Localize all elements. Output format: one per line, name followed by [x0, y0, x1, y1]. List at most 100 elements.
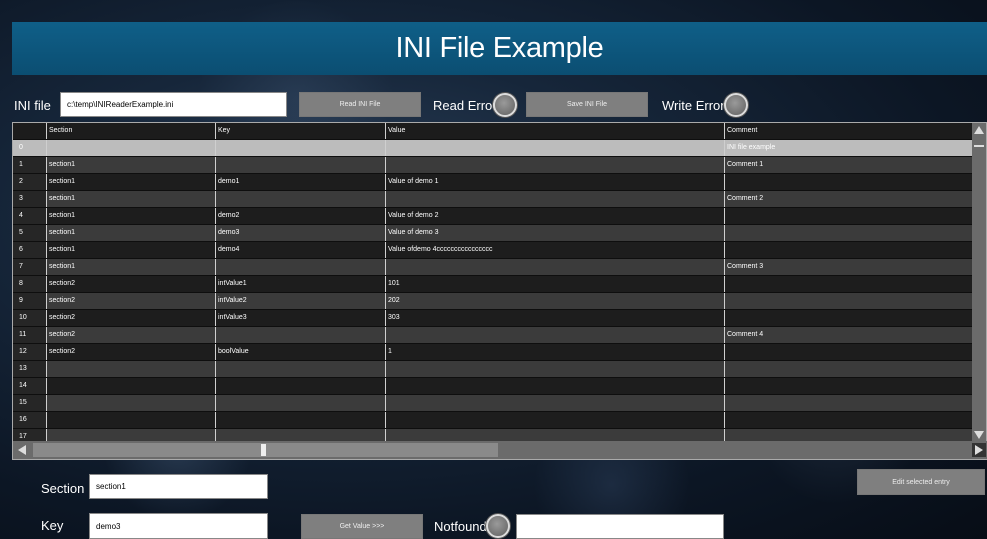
value-cell[interactable] — [386, 395, 725, 411]
section-cell[interactable]: section2 — [47, 276, 216, 292]
ini-file-path-input[interactable]: c:\temp\INIReaderExample.ini — [60, 92, 287, 117]
row-number-cell[interactable]: 6 — [13, 242, 47, 258]
save-ini-file-button[interactable]: Save INI File — [526, 92, 648, 117]
section-cell[interactable] — [47, 412, 216, 428]
comment-cell[interactable]: INI file example — [725, 140, 974, 156]
table-row[interactable]: 6 section1 demo4 Value ofdemo 4cccccccccccc… — [13, 242, 974, 259]
key-cell[interactable]: demo1 — [216, 174, 386, 190]
read-ini-file-button[interactable]: Read INI File — [299, 92, 421, 117]
key-cell[interactable] — [216, 361, 386, 377]
comment-cell[interactable]: Comment 3 — [725, 259, 974, 275]
value-cell[interactable] — [386, 259, 725, 275]
key-cell[interactable] — [216, 327, 386, 343]
comment-cell[interactable] — [725, 395, 974, 411]
comment-cell[interactable] — [725, 276, 974, 292]
table-row[interactable]: 9 section2 intValue2 202 — [13, 293, 974, 310]
table-row[interactable]: 10 section2 intValue3 303 — [13, 310, 974, 327]
key-cell[interactable]: demo4 — [216, 242, 386, 258]
header-value[interactable]: Value — [386, 123, 725, 139]
section-cell[interactable]: section1 — [47, 191, 216, 207]
section-cell[interactable] — [47, 395, 216, 411]
comment-cell[interactable] — [725, 310, 974, 326]
scroll-left-icon[interactable] — [15, 443, 29, 457]
section-cell[interactable]: section1 — [47, 242, 216, 258]
section-cell[interactable] — [47, 378, 216, 394]
value-cell[interactable] — [386, 412, 725, 428]
table-row[interactable]: 5 section1 demo3 Value of demo 3 — [13, 225, 974, 242]
row-number-cell[interactable]: 13 — [13, 361, 47, 377]
ini-table[interactable]: Section Key Value Comment 0 INI file exam… — [12, 122, 987, 460]
key-cell[interactable]: intValue2 — [216, 293, 386, 309]
comment-cell[interactable]: Comment 4 — [725, 327, 974, 343]
result-value-output[interactable] — [516, 514, 724, 539]
comment-cell[interactable] — [725, 208, 974, 224]
comment-cell[interactable] — [725, 293, 974, 309]
section-cell[interactable]: section1 — [47, 174, 216, 190]
horizontal-scroll-thumb[interactable] — [261, 444, 266, 456]
section-cell[interactable]: section1 — [47, 259, 216, 275]
row-number-cell[interactable]: 14 — [13, 378, 47, 394]
comment-cell[interactable] — [725, 378, 974, 394]
row-number-cell[interactable]: 3 — [13, 191, 47, 207]
table-row[interactable]: 13 — [13, 361, 974, 378]
comment-cell[interactable] — [725, 361, 974, 377]
comment-cell[interactable] — [725, 344, 974, 360]
row-number-cell[interactable]: 8 — [13, 276, 47, 292]
table-row[interactable]: 16 — [13, 412, 974, 429]
scroll-up-icon[interactable] — [972, 123, 986, 137]
row-number-cell[interactable]: 11 — [13, 327, 47, 343]
key-cell[interactable] — [216, 378, 386, 394]
key-cell[interactable] — [216, 191, 386, 207]
comment-cell[interactable] — [725, 225, 974, 241]
table-row[interactable]: 8 section2 intValue1 101 — [13, 276, 974, 293]
value-cell[interactable] — [386, 378, 725, 394]
key-cell[interactable]: demo2 — [216, 208, 386, 224]
table-row[interactable]: 1 section1 Comment 1 — [13, 157, 974, 174]
row-number-cell[interactable]: 4 — [13, 208, 47, 224]
section-input[interactable]: section1 — [89, 474, 268, 499]
value-cell[interactable] — [386, 191, 725, 207]
section-cell[interactable] — [47, 140, 216, 156]
edit-selected-entry-button[interactable]: Edit selected entry — [857, 469, 985, 495]
vertical-scroll-thumb[interactable] — [974, 145, 984, 147]
row-number-cell[interactable]: 0 — [13, 140, 47, 156]
table-row[interactable]: 2 section1 demo1 Value of demo 1 — [13, 174, 974, 191]
table-row[interactable]: 11 section2 Comment 4 — [13, 327, 974, 344]
row-number-cell[interactable]: 10 — [13, 310, 47, 326]
table-row[interactable]: 12 section2 boolValue 1 — [13, 344, 974, 361]
comment-cell[interactable] — [725, 412, 974, 428]
scroll-down-icon[interactable] — [972, 428, 986, 442]
vertical-scrollbar[interactable] — [972, 123, 986, 442]
header-key[interactable]: Key — [216, 123, 386, 139]
value-cell[interactable]: Value of demo 3 — [386, 225, 725, 241]
row-number-cell[interactable]: 12 — [13, 344, 47, 360]
value-cell[interactable]: 1 — [386, 344, 725, 360]
value-cell[interactable]: Value ofdemo 4cccccccccccccccc — [386, 242, 725, 258]
row-number-cell[interactable]: 9 — [13, 293, 47, 309]
key-cell[interactable]: boolValue — [216, 344, 386, 360]
section-cell[interactable] — [47, 361, 216, 377]
header-section[interactable]: Section — [47, 123, 216, 139]
key-cell[interactable] — [216, 412, 386, 428]
key-cell[interactable]: intValue3 — [216, 310, 386, 326]
key-cell[interactable] — [216, 259, 386, 275]
key-cell[interactable]: intValue1 — [216, 276, 386, 292]
value-cell[interactable]: 303 — [386, 310, 725, 326]
value-cell[interactable] — [386, 140, 725, 156]
value-cell[interactable]: Value of demo 2 — [386, 208, 725, 224]
key-cell[interactable]: demo3 — [216, 225, 386, 241]
table-row[interactable]: 4 section1 demo2 Value of demo 2 — [13, 208, 974, 225]
comment-cell[interactable]: Comment 2 — [725, 191, 974, 207]
row-number-cell[interactable]: 5 — [13, 225, 47, 241]
value-cell[interactable]: 101 — [386, 276, 725, 292]
section-cell[interactable]: section2 — [47, 310, 216, 326]
section-cell[interactable]: section2 — [47, 327, 216, 343]
scroll-right-icon[interactable] — [972, 443, 986, 457]
section-cell[interactable]: section1 — [47, 208, 216, 224]
table-row[interactable]: 15 — [13, 395, 974, 412]
section-cell[interactable]: section1 — [47, 157, 216, 173]
comment-cell[interactable] — [725, 174, 974, 190]
header-comment[interactable]: Comment — [725, 123, 974, 139]
comment-cell[interactable] — [725, 242, 974, 258]
section-cell[interactable]: section2 — [47, 344, 216, 360]
